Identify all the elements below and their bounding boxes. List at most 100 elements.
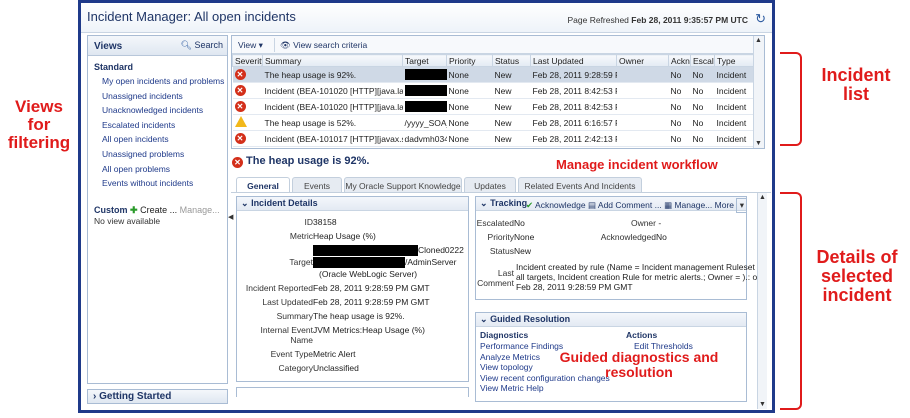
- more-dropdown-icon[interactable]: ▾: [736, 198, 748, 213]
- tracking-panel: ⌄ Tracking ✔ Acknowledge ▤ Add Comment .…: [475, 196, 767, 300]
- view-link-unassigned-incidents[interactable]: Unassigned incidents: [102, 89, 227, 104]
- view-link-unacknowledged-incidents[interactable]: Unacknowledged incidents: [102, 103, 227, 118]
- target-cell: [402, 82, 447, 99]
- guided-resolution-header[interactable]: ⌄ Guided Resolution: [476, 313, 746, 327]
- annotation-line: selected: [820, 265, 894, 286]
- table-row[interactable]: ✕ Incident (BEA-101017 [HTTP][javax.serv…: [232, 130, 754, 147]
- column-header-escalated[interactable]: Escalat: [690, 54, 715, 67]
- incident-details-header[interactable]: ⌄ Incident Details: [237, 197, 468, 211]
- view-menu-button[interactable]: View ▾: [238, 40, 263, 51]
- custom-views-row: Custom ✚ Create ... Manage...: [94, 205, 227, 216]
- scroll-up-icon[interactable]: ▲: [759, 194, 766, 201]
- target-row: Target/AdminServer: [237, 257, 457, 269]
- view-search-criteria-button[interactable]: 👁︎ View search criteria: [280, 40, 367, 51]
- column-header-acknowledged[interactable]: Acknov: [668, 54, 691, 67]
- tracking-title: Tracking: [490, 198, 528, 208]
- manage-views-button[interactable]: Manage...: [180, 205, 220, 215]
- acknowledge-button[interactable]: ✔ Acknowledge: [526, 200, 586, 210]
- views-for-filtering-annotation: Views for filtering: [2, 98, 76, 152]
- incident-details-title: Incident Details: [251, 198, 318, 208]
- column-header-target[interactable]: Target: [402, 54, 447, 67]
- acknowledged-value: No: [656, 232, 667, 242]
- tab-events[interactable]: Events: [292, 177, 342, 193]
- acknowledged-cell: No: [668, 82, 691, 99]
- priority-cell: None: [446, 82, 493, 99]
- field-label: Last: [497, 268, 514, 278]
- collapse-icon: ⌄: [241, 198, 249, 208]
- tab-updates[interactable]: Updates: [464, 177, 516, 193]
- incident-details-panel: ⌄ Incident Details ID38158 MetricHeap Us…: [236, 196, 469, 382]
- view-link-my-open-incidents[interactable]: My open incidents and problems: [102, 74, 227, 89]
- redacted-target: [313, 245, 418, 257]
- add-comment-button[interactable]: ▤ Add Comment ...: [588, 200, 662, 210]
- incident-list-annotation: Incident list: [806, 66, 906, 104]
- summary-value: The heap usage is 92%.: [313, 311, 405, 321]
- incident-reported-value: Feb 28, 2011 9:28:59 PM GMT: [313, 283, 430, 293]
- column-header-summary[interactable]: Summary: [262, 54, 403, 67]
- tab-related-events-and-incidents[interactable]: Related Events And Incidents: [518, 177, 642, 193]
- selected-incident-title-text: The heap usage is 92%.: [246, 155, 370, 167]
- scroll-down-icon[interactable]: ▼: [755, 140, 762, 147]
- column-header-severity[interactable]: Severity: [232, 54, 263, 67]
- owner-value: -: [658, 218, 662, 228]
- views-search-button[interactable]: 🔍︎ Search: [181, 40, 223, 51]
- panel-collapse-handle[interactable]: ◀: [228, 213, 233, 231]
- escalated-cell: No: [690, 66, 715, 83]
- link-view-metric-help[interactable]: View Metric Help: [480, 383, 610, 394]
- table-row[interactable]: ✕ Incident (BEA-101020 [HTTP][java.lang.…: [232, 82, 754, 99]
- incident-list-panel: View ▾ 👁︎ View search criteria Severity …: [231, 35, 765, 149]
- column-header-status[interactable]: Status: [492, 54, 531, 67]
- table-row[interactable]: ✕ Incident (BEA-101020 [HTTP][java.lang.…: [232, 98, 754, 115]
- create-view-button[interactable]: ✚ Create ...: [130, 205, 177, 215]
- last-updated-value: Feb 28, 2011 8:42:53 PM: [532, 101, 617, 112]
- severity-cell: ✕: [232, 82, 263, 99]
- tab-my-oracle-support-knowledge[interactable]: My Oracle Support Knowledge: [344, 177, 462, 193]
- column-header-priority[interactable]: Priority: [446, 54, 493, 67]
- redacted-target: [404, 85, 447, 97]
- priority-cell: None: [446, 66, 493, 83]
- more-button[interactable]: More: [715, 200, 734, 210]
- field-label: Name: [290, 335, 313, 345]
- collapse-icon[interactable]: ⌄: [480, 198, 488, 208]
- tab-general[interactable]: General: [236, 177, 290, 193]
- tab-divider: [231, 192, 771, 193]
- status-cell: New: [492, 82, 531, 99]
- incident-list-scrollbar[interactable]: ▲ ▼: [753, 36, 764, 148]
- column-header-type[interactable]: Type: [714, 54, 754, 67]
- critical-icon: ✕: [234, 85, 246, 96]
- owner-cell: [616, 66, 669, 83]
- view-link-events-without-incidents[interactable]: Events without incidents: [102, 176, 227, 191]
- summary-row: SummaryThe heap usage is 92%.: [237, 311, 405, 321]
- critical-icon: ✕: [234, 133, 246, 144]
- scroll-down-icon[interactable]: ▼: [759, 401, 766, 408]
- redacted-target: [404, 101, 447, 113]
- details-scrollbar[interactable]: ▲ ▼: [757, 193, 767, 409]
- getting-started-panel[interactable]: › Getting Started: [87, 389, 228, 404]
- field-label: Metric: [289, 231, 313, 241]
- scroll-up-icon[interactable]: ▲: [755, 37, 762, 44]
- severity-cell: ✕: [232, 66, 263, 83]
- table-row[interactable]: ✕ The heap usage is 92%. None New Feb 28…: [232, 66, 754, 83]
- last-comment-text-3: Feb 28, 2011 9:28:59 PM GMT: [516, 282, 633, 292]
- refresh-label: Page Refreshed: [567, 15, 629, 25]
- critical-icon: ✕: [232, 157, 243, 168]
- last-updated-cell: Feb 28, 2011 9:28:59 PM -: [530, 66, 617, 83]
- collapse-icon: ⌄: [480, 314, 488, 324]
- view-link-all-open-incidents[interactable]: All open incidents: [102, 132, 227, 147]
- annotation-line: Views: [15, 97, 63, 116]
- view-link-all-open-problems[interactable]: All open problems: [102, 162, 227, 177]
- escalated-value: No: [514, 218, 525, 228]
- escalated-cell: No: [690, 130, 715, 147]
- target-cell: [402, 98, 447, 115]
- manage-button[interactable]: ▦ Manage...: [664, 200, 712, 210]
- priority-cell: None: [446, 130, 493, 147]
- refresh-icon[interactable]: ↻: [755, 11, 766, 27]
- guided-resolution-title: Guided Resolution: [490, 314, 571, 324]
- view-link-escalated-incidents[interactable]: Escalated incidents: [102, 118, 227, 133]
- annotation-line: incident: [822, 284, 892, 305]
- table-row[interactable]: The heap usage is 52%. /yyyy_SOA_ None N…: [232, 114, 754, 131]
- priority-value: None: [514, 232, 535, 242]
- column-header-owner[interactable]: Owner: [616, 54, 669, 67]
- view-link-unassigned-problems[interactable]: Unassigned problems: [102, 147, 227, 162]
- column-header-last-updated[interactable]: Last Updated: [530, 54, 617, 67]
